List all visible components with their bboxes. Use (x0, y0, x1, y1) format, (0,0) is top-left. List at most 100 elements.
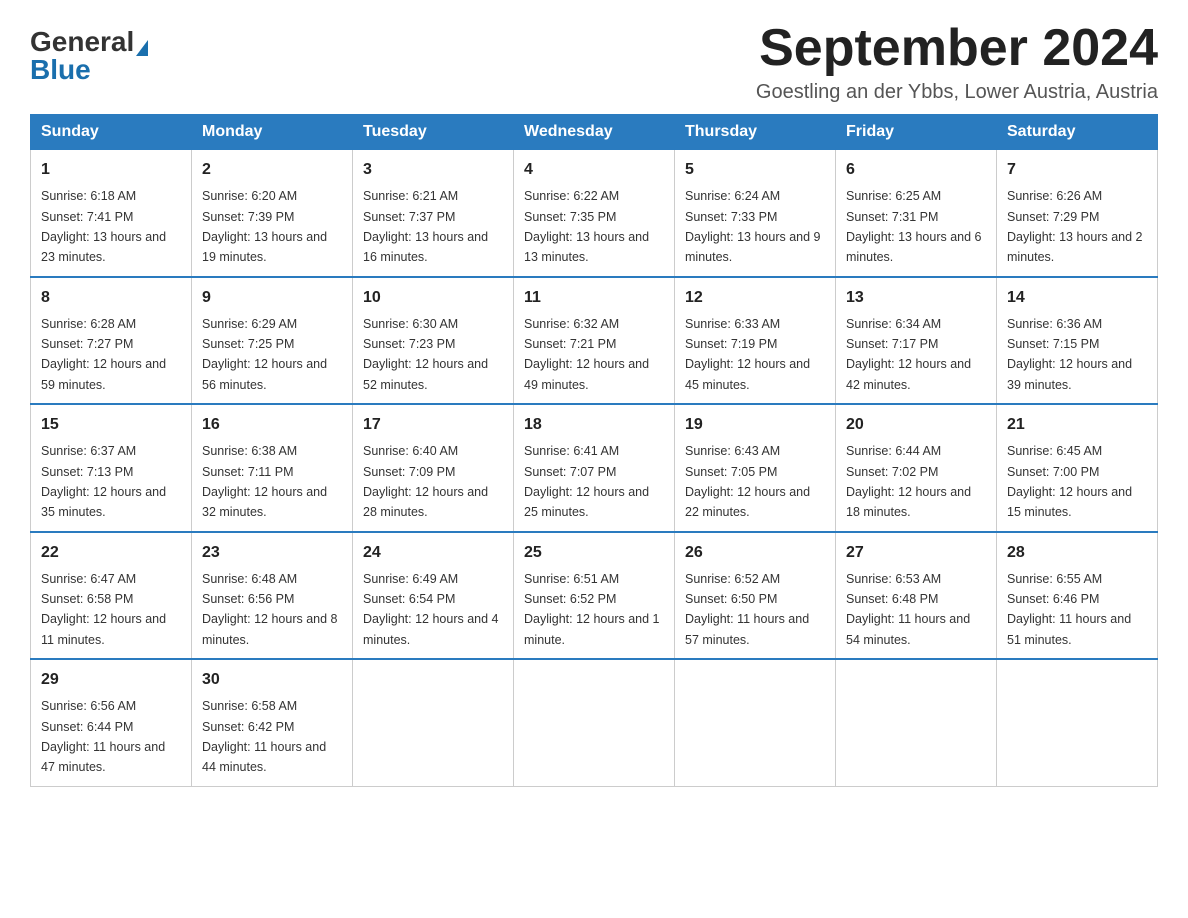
day-info: Sunrise: 6:37 AMSunset: 7:13 PMDaylight:… (41, 444, 166, 519)
day-number: 26 (685, 541, 825, 565)
calendar-day-cell: 17 Sunrise: 6:40 AMSunset: 7:09 PMDaylig… (353, 404, 514, 532)
calendar-day-cell: 19 Sunrise: 6:43 AMSunset: 7:05 PMDaylig… (675, 404, 836, 532)
day-info: Sunrise: 6:18 AMSunset: 7:41 PMDaylight:… (41, 189, 166, 264)
day-info: Sunrise: 6:24 AMSunset: 7:33 PMDaylight:… (685, 189, 821, 264)
calendar-day-cell: 13 Sunrise: 6:34 AMSunset: 7:17 PMDaylig… (836, 277, 997, 405)
calendar-day-cell: 11 Sunrise: 6:32 AMSunset: 7:21 PMDaylig… (514, 277, 675, 405)
calendar-table: SundayMondayTuesdayWednesdayThursdayFrid… (30, 114, 1158, 787)
day-number: 17 (363, 413, 503, 437)
day-number: 3 (363, 158, 503, 182)
calendar-day-cell: 5 Sunrise: 6:24 AMSunset: 7:33 PMDayligh… (675, 150, 836, 277)
calendar-day-cell: 16 Sunrise: 6:38 AMSunset: 7:11 PMDaylig… (192, 404, 353, 532)
day-number: 30 (202, 668, 342, 692)
day-number: 22 (41, 541, 181, 565)
day-number: 13 (846, 286, 986, 310)
day-number: 5 (685, 158, 825, 182)
calendar-day-cell: 14 Sunrise: 6:36 AMSunset: 7:15 PMDaylig… (997, 277, 1158, 405)
day-info: Sunrise: 6:40 AMSunset: 7:09 PMDaylight:… (363, 444, 488, 519)
day-info: Sunrise: 6:56 AMSunset: 6:44 PMDaylight:… (41, 699, 165, 774)
calendar-day-cell: 3 Sunrise: 6:21 AMSunset: 7:37 PMDayligh… (353, 150, 514, 277)
weekday-header-sunday: Sunday (31, 115, 192, 150)
day-info: Sunrise: 6:32 AMSunset: 7:21 PMDaylight:… (524, 317, 649, 392)
day-number: 21 (1007, 413, 1147, 437)
weekday-header-saturday: Saturday (997, 115, 1158, 150)
calendar-day-cell: 6 Sunrise: 6:25 AMSunset: 7:31 PMDayligh… (836, 150, 997, 277)
calendar-day-cell (675, 659, 836, 786)
calendar-day-cell: 1 Sunrise: 6:18 AMSunset: 7:41 PMDayligh… (31, 150, 192, 277)
day-number: 12 (685, 286, 825, 310)
day-info: Sunrise: 6:28 AMSunset: 7:27 PMDaylight:… (41, 317, 166, 392)
calendar-day-cell: 24 Sunrise: 6:49 AMSunset: 6:54 PMDaylig… (353, 532, 514, 660)
calendar-day-cell: 10 Sunrise: 6:30 AMSunset: 7:23 PMDaylig… (353, 277, 514, 405)
calendar-day-cell: 20 Sunrise: 6:44 AMSunset: 7:02 PMDaylig… (836, 404, 997, 532)
calendar-day-cell: 25 Sunrise: 6:51 AMSunset: 6:52 PMDaylig… (514, 532, 675, 660)
day-info: Sunrise: 6:45 AMSunset: 7:00 PMDaylight:… (1007, 444, 1132, 519)
day-info: Sunrise: 6:25 AMSunset: 7:31 PMDaylight:… (846, 189, 982, 264)
calendar-week-row-3: 15 Sunrise: 6:37 AMSunset: 7:13 PMDaylig… (31, 404, 1158, 532)
day-number: 18 (524, 413, 664, 437)
day-number: 2 (202, 158, 342, 182)
day-info: Sunrise: 6:55 AMSunset: 6:46 PMDaylight:… (1007, 572, 1131, 647)
weekday-header-tuesday: Tuesday (353, 115, 514, 150)
day-number: 8 (41, 286, 181, 310)
calendar-day-cell: 30 Sunrise: 6:58 AMSunset: 6:42 PMDaylig… (192, 659, 353, 786)
day-info: Sunrise: 6:53 AMSunset: 6:48 PMDaylight:… (846, 572, 970, 647)
day-info: Sunrise: 6:44 AMSunset: 7:02 PMDaylight:… (846, 444, 971, 519)
calendar-day-cell: 18 Sunrise: 6:41 AMSunset: 7:07 PMDaylig… (514, 404, 675, 532)
weekday-header-friday: Friday (836, 115, 997, 150)
day-number: 15 (41, 413, 181, 437)
calendar-day-cell (514, 659, 675, 786)
day-number: 28 (1007, 541, 1147, 565)
day-number: 16 (202, 413, 342, 437)
day-info: Sunrise: 6:38 AMSunset: 7:11 PMDaylight:… (202, 444, 327, 519)
day-number: 9 (202, 286, 342, 310)
day-number: 11 (524, 286, 664, 310)
weekday-header-thursday: Thursday (675, 115, 836, 150)
day-number: 1 (41, 158, 181, 182)
calendar-week-row-2: 8 Sunrise: 6:28 AMSunset: 7:27 PMDayligh… (31, 277, 1158, 405)
calendar-day-cell: 12 Sunrise: 6:33 AMSunset: 7:19 PMDaylig… (675, 277, 836, 405)
logo-general-text: General (30, 28, 134, 56)
day-info: Sunrise: 6:22 AMSunset: 7:35 PMDaylight:… (524, 189, 649, 264)
day-number: 29 (41, 668, 181, 692)
calendar-day-cell: 22 Sunrise: 6:47 AMSunset: 6:58 PMDaylig… (31, 532, 192, 660)
logo-blue-text: Blue (30, 56, 91, 84)
day-info: Sunrise: 6:21 AMSunset: 7:37 PMDaylight:… (363, 189, 488, 264)
day-info: Sunrise: 6:49 AMSunset: 6:54 PMDaylight:… (363, 572, 499, 647)
day-info: Sunrise: 6:58 AMSunset: 6:42 PMDaylight:… (202, 699, 326, 774)
day-info: Sunrise: 6:47 AMSunset: 6:58 PMDaylight:… (41, 572, 166, 647)
day-info: Sunrise: 6:36 AMSunset: 7:15 PMDaylight:… (1007, 317, 1132, 392)
month-title: September 2024 (756, 20, 1158, 77)
calendar-day-cell: 7 Sunrise: 6:26 AMSunset: 7:29 PMDayligh… (997, 150, 1158, 277)
day-number: 6 (846, 158, 986, 182)
day-number: 19 (685, 413, 825, 437)
calendar-day-cell: 28 Sunrise: 6:55 AMSunset: 6:46 PMDaylig… (997, 532, 1158, 660)
day-number: 24 (363, 541, 503, 565)
day-number: 14 (1007, 286, 1147, 310)
calendar-day-cell (997, 659, 1158, 786)
calendar-day-cell: 23 Sunrise: 6:48 AMSunset: 6:56 PMDaylig… (192, 532, 353, 660)
weekday-header-wednesday: Wednesday (514, 115, 675, 150)
calendar-week-row-1: 1 Sunrise: 6:18 AMSunset: 7:41 PMDayligh… (31, 150, 1158, 277)
calendar-week-row-4: 22 Sunrise: 6:47 AMSunset: 6:58 PMDaylig… (31, 532, 1158, 660)
weekday-header-monday: Monday (192, 115, 353, 150)
calendar-day-cell: 26 Sunrise: 6:52 AMSunset: 6:50 PMDaylig… (675, 532, 836, 660)
calendar-day-cell: 8 Sunrise: 6:28 AMSunset: 7:27 PMDayligh… (31, 277, 192, 405)
calendar-day-cell: 4 Sunrise: 6:22 AMSunset: 7:35 PMDayligh… (514, 150, 675, 277)
day-info: Sunrise: 6:26 AMSunset: 7:29 PMDaylight:… (1007, 189, 1143, 264)
day-number: 4 (524, 158, 664, 182)
day-info: Sunrise: 6:34 AMSunset: 7:17 PMDaylight:… (846, 317, 971, 392)
calendar-day-cell: 9 Sunrise: 6:29 AMSunset: 7:25 PMDayligh… (192, 277, 353, 405)
calendar-day-cell: 2 Sunrise: 6:20 AMSunset: 7:39 PMDayligh… (192, 150, 353, 277)
day-number: 25 (524, 541, 664, 565)
weekday-header-row: SundayMondayTuesdayWednesdayThursdayFrid… (31, 115, 1158, 150)
calendar-day-cell: 27 Sunrise: 6:53 AMSunset: 6:48 PMDaylig… (836, 532, 997, 660)
day-info: Sunrise: 6:41 AMSunset: 7:07 PMDaylight:… (524, 444, 649, 519)
day-info: Sunrise: 6:29 AMSunset: 7:25 PMDaylight:… (202, 317, 327, 392)
calendar-day-cell (836, 659, 997, 786)
day-info: Sunrise: 6:48 AMSunset: 6:56 PMDaylight:… (202, 572, 338, 647)
logo: General Blue (30, 20, 148, 84)
day-number: 27 (846, 541, 986, 565)
calendar-day-cell: 15 Sunrise: 6:37 AMSunset: 7:13 PMDaylig… (31, 404, 192, 532)
day-info: Sunrise: 6:20 AMSunset: 7:39 PMDaylight:… (202, 189, 327, 264)
